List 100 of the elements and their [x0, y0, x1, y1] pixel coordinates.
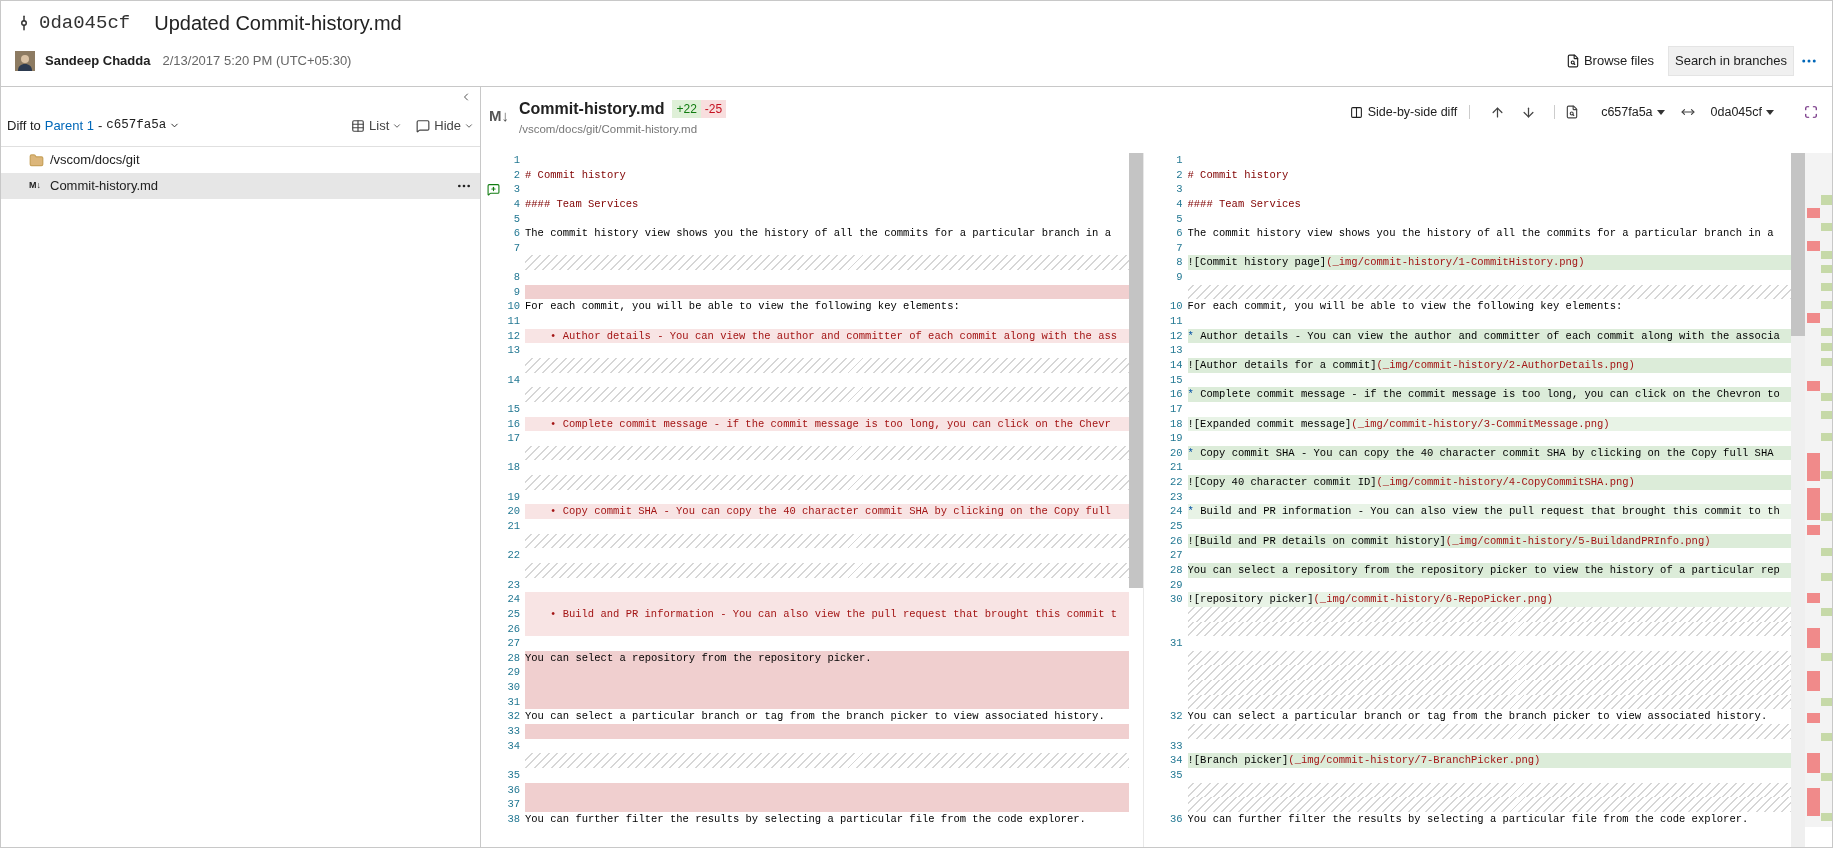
- file-search-icon[interactable]: [1565, 105, 1580, 120]
- line-number: 14: [1169, 357, 1183, 373]
- line-number: 23: [1169, 489, 1183, 505]
- code-line: #### Team Services: [525, 196, 640, 212]
- code-line: For each commit, you will be able to view the following key elements:: [525, 299, 961, 315]
- parent-hash-dropdown[interactable]: c657fa5a: [106, 116, 181, 135]
- line-number: 1: [513, 153, 520, 168]
- line-number: 1: [1176, 153, 1183, 168]
- file-name: Commit-history.md: [519, 99, 665, 119]
- hide-button[interactable]: Hide: [416, 115, 474, 136]
- line-number: 9: [1176, 270, 1183, 285]
- line-number: 5: [513, 211, 520, 227]
- line-number: 8: [1176, 255, 1183, 271]
- comment-icon: [416, 118, 431, 133]
- scrollbar-thumb[interactable]: [1128, 153, 1143, 588]
- line-number: 16: [507, 416, 520, 432]
- next-change-icon[interactable]: [1521, 104, 1537, 120]
- line-number: 20: [1169, 445, 1183, 461]
- side-by-side-icon: [1349, 105, 1363, 119]
- line-number: 22: [507, 548, 520, 563]
- code-line: You can further filter the results by selecting a particular file from the code explorer.: [525, 811, 1087, 827]
- code-line: For each commit, you will be able to view the following key elements:: [1187, 299, 1624, 315]
- line-number: 7: [513, 240, 520, 256]
- previous-change-icon[interactable]: [1490, 104, 1506, 120]
- line-number: 18: [507, 460, 520, 476]
- line-number: 14: [507, 372, 520, 388]
- fullscreen-icon[interactable]: [1804, 105, 1818, 120]
- line-number: 16: [1169, 387, 1183, 402]
- tree-item[interactable]: /vscom/docs/git: [1, 147, 480, 173]
- line-number: 28: [1169, 562, 1183, 578]
- parent-link[interactable]: Parent 1: [44, 115, 94, 136]
- line-number: 25: [507, 606, 520, 622]
- list-view-button[interactable]: List: [351, 115, 403, 136]
- line-number: 8: [513, 270, 520, 285]
- line-number: 24: [507, 592, 520, 607]
- line-number: 36: [507, 782, 520, 798]
- line-number: 4: [1176, 196, 1183, 212]
- line-number: 17: [507, 431, 520, 446]
- search-in-branches-button[interactable]: Search in branches: [1668, 46, 1794, 76]
- line-number: 35: [1169, 767, 1183, 783]
- browse-files-button[interactable]: Browse files: [1557, 47, 1662, 75]
- file-path: /vscom/docs/git/Commit-history.md: [519, 122, 699, 137]
- line-number: 35: [507, 767, 520, 783]
- side-by-side-button[interactable]: Side-by-side diff: [1349, 103, 1458, 122]
- line-number: 12: [507, 328, 520, 344]
- line-number: 21: [1169, 460, 1183, 476]
- line-number: 32: [507, 709, 520, 724]
- scrollbar[interactable]: [1791, 153, 1805, 847]
- target-version-dropdown[interactable]: 0da045cf: [1710, 103, 1774, 122]
- line-number: 26: [1169, 533, 1183, 549]
- line-number: 25: [1169, 519, 1183, 534]
- code-line: # Commit history: [525, 167, 627, 183]
- line-number: 36: [1169, 811, 1183, 827]
- commit-title: Updated Commit-history.md: [154, 11, 402, 36]
- caret-icon: [1656, 109, 1665, 115]
- line-number: 37: [507, 797, 520, 812]
- base-version-dropdown[interactable]: c657fa5a: [1601, 103, 1665, 122]
- code-line: The commit history view shows you the history of all the commits for a particular branch in a: [1187, 226, 1775, 241]
- markdown-icon: M↓: [29, 179, 44, 193]
- line-number: 29: [507, 665, 520, 681]
- code-line: You can select a particular branch or tag from the branch picker to view associated history.: [525, 709, 1106, 724]
- line-number: 33: [507, 724, 520, 739]
- line-number: 31: [1169, 636, 1183, 651]
- commit-date: 2/13/2017 5:20 PM (UTC+05:30): [162, 52, 352, 71]
- added-count: +22: [672, 100, 701, 118]
- line-number: 11: [1169, 314, 1183, 329]
- line-number: 10: [1169, 299, 1183, 315]
- line-number: 27: [507, 636, 520, 651]
- line-number: 30: [1169, 592, 1183, 607]
- line-number: 19: [1169, 431, 1183, 446]
- markdown-icon: M↓: [489, 105, 509, 128]
- line-number: 21: [507, 519, 520, 534]
- line-number: 6: [513, 226, 520, 241]
- line-number: 38: [507, 811, 520, 827]
- separator: -: [97, 116, 103, 135]
- line-number: 20: [507, 504, 520, 520]
- code-line: You can further filter the results by selecting a particular file from the code explorer.: [1187, 811, 1750, 827]
- line-number: 13: [507, 343, 520, 358]
- line-number: 5: [1176, 211, 1183, 227]
- folder-icon: [29, 152, 44, 168]
- tree-item[interactable]: M↓ Commit-history.md: [1, 173, 480, 199]
- add-comment-icon[interactable]: [487, 183, 500, 197]
- scrollbar-thumb[interactable]: [1791, 153, 1805, 336]
- avatar: [15, 51, 35, 71]
- line-number: 19: [507, 489, 520, 505]
- diff-to-label: Diff to: [7, 116, 41, 135]
- caret-icon: [1766, 109, 1774, 115]
- line-number: 4: [513, 196, 520, 212]
- code-line: You can select a particular branch or tag from the branch picker to view associated history.: [1187, 709, 1769, 724]
- line-number: 29: [1169, 577, 1183, 593]
- line-number: 2: [513, 167, 520, 183]
- line-number: 26: [507, 621, 520, 637]
- line-number: 34: [507, 738, 520, 754]
- line-number: 2: [1176, 167, 1183, 183]
- line-number: 30: [507, 680, 520, 695]
- line-number: 18: [1169, 416, 1183, 432]
- removed-count: -25: [700, 100, 727, 118]
- table-icon: [351, 118, 365, 133]
- line-number: 10: [507, 299, 520, 315]
- line-number: 24: [1169, 504, 1183, 520]
